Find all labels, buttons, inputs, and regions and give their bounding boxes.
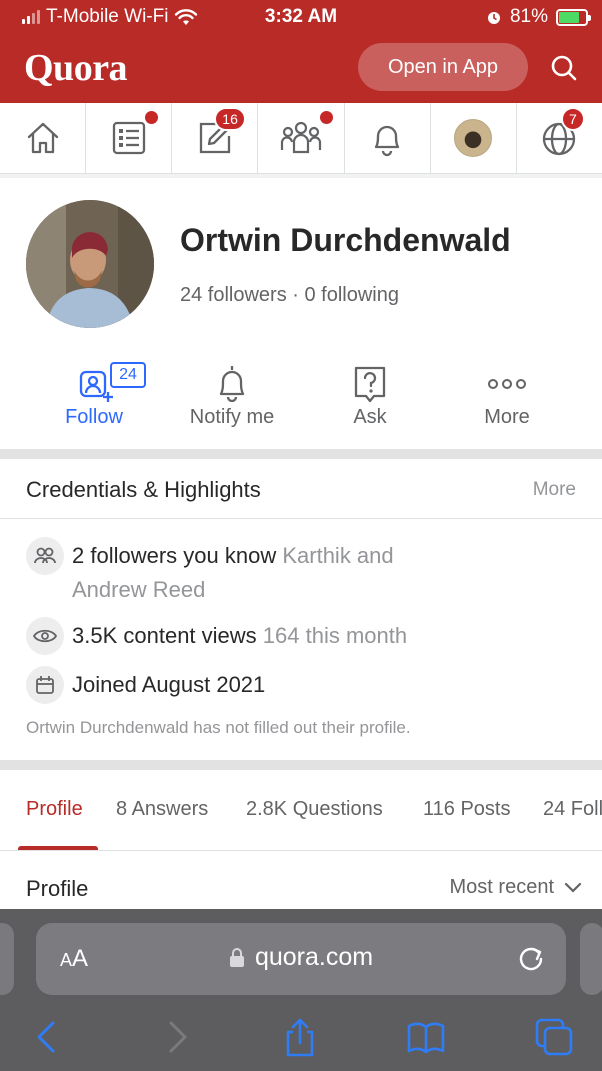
nav-home[interactable] — [0, 103, 87, 173]
profile-actions: 24 Follow Notify me Ask More — [0, 360, 602, 440]
followers-known-count: 2 followers you know — [72, 543, 277, 568]
sort-dropdown[interactable]: Most recent — [450, 876, 582, 899]
nav-answer[interactable]: 16 — [172, 103, 259, 173]
feed-section-title: Profile — [26, 876, 89, 901]
status-bar: T-Mobile Wi-Fi 3:32 AM 81% — [0, 0, 602, 34]
nav-notifications[interactable] — [345, 103, 431, 173]
credentials-title: Credentials & Highlights — [26, 477, 261, 502]
notify-me-label: Notify me — [189, 406, 275, 428]
next-tab-edge[interactable] — [580, 923, 602, 995]
address-bar[interactable]: AA quora.com — [36, 923, 566, 995]
profile-photo-image — [26, 200, 154, 328]
section-divider — [0, 760, 602, 770]
more-label: More — [484, 406, 530, 428]
people-icon — [26, 537, 64, 575]
battery-percent: 81% — [509, 6, 548, 27]
question-icon — [354, 366, 386, 403]
language-badge: 7 — [560, 107, 585, 131]
home-icon — [27, 122, 58, 154]
bell-icon — [374, 125, 400, 157]
profile-name: Ortwin Durchdenwald — [180, 222, 511, 258]
follow-label: Follow — [65, 406, 123, 428]
bell-icon — [219, 366, 245, 402]
tab-followers[interactable]: 24 Followers — [543, 798, 602, 821]
prev-tab-edge[interactable] — [0, 923, 14, 995]
alarm-icon — [487, 12, 500, 24]
nav-following[interactable] — [86, 103, 173, 173]
forward-icon[interactable] — [156, 1017, 196, 1057]
tab-answers[interactable]: 8 Answers — [116, 798, 208, 821]
section-divider — [0, 449, 602, 459]
notify-me-button[interactable]: Notify me — [162, 360, 302, 440]
battery-icon — [556, 8, 591, 26]
followers-you-know-text[interactable]: 2 followers you know Karthik and Andrew … — [72, 539, 394, 607]
chevron-down-icon — [564, 882, 582, 893]
following-unread-dot — [145, 111, 159, 124]
content-views: 3.5K content views — [72, 623, 257, 648]
follow-stats[interactable]: 24 followers · 0 following — [180, 284, 399, 307]
followers-known-names-cont: Andrew Reed — [72, 577, 206, 602]
spaces-unread-dot — [320, 111, 334, 124]
divider — [0, 174, 602, 178]
follow-count-badge: 24 — [110, 362, 146, 388]
share-icon[interactable] — [280, 1017, 320, 1057]
followers-known-names: Karthik and — [282, 543, 394, 568]
reload-icon[interactable] — [516, 943, 546, 973]
profile-empty-note: Ortwin Durchdenwald has not filled out t… — [26, 718, 411, 737]
ask-label: Ask — [353, 406, 387, 428]
app-header: Quora Open in App — [0, 34, 602, 103]
feed-list-icon — [112, 121, 145, 155]
more-dots-icon — [488, 379, 526, 389]
url-text: quora.com — [254, 943, 374, 971]
calendar-icon — [26, 666, 64, 704]
eye-icon — [26, 617, 64, 655]
credentials-header: Credentials & Highlights More — [0, 459, 602, 519]
content-views-row: 3.5K content views 164 this month — [26, 617, 586, 657]
open-in-app-button[interactable]: Open in App — [358, 43, 528, 91]
credentials-more-link[interactable]: More — [533, 479, 576, 501]
search-icon[interactable] — [548, 52, 580, 84]
joined-row: Joined August 2021 — [26, 666, 586, 706]
tab-questions[interactable]: 2.8K Questions — [246, 798, 383, 821]
followers-you-know-row: 2 followers you know Karthik and Andrew … — [26, 537, 586, 607]
url-display[interactable]: quora.com — [36, 943, 566, 972]
add-user-icon — [79, 370, 113, 402]
bookmarks-icon[interactable] — [406, 1017, 446, 1057]
active-tab-indicator — [18, 846, 98, 850]
follow-button[interactable]: 24 Follow — [24, 360, 164, 440]
tab-profile[interactable]: Profile — [26, 798, 83, 821]
profile-photo[interactable] — [26, 200, 154, 328]
joined-text: Joined August 2021 — [72, 672, 266, 697]
ask-button[interactable]: Ask — [300, 360, 440, 440]
browser-toolbar: AA quora.com — [0, 909, 602, 1071]
more-button[interactable]: More — [437, 360, 577, 440]
sort-label: Most recent — [449, 876, 554, 898]
status-right: 81% — [486, 6, 591, 28]
answer-count-badge: 16 — [214, 107, 246, 131]
nav-language[interactable]: 7 — [517, 103, 602, 173]
people-group-icon — [280, 121, 322, 154]
user-avatar — [454, 119, 493, 157]
quora-logo[interactable]: Quora — [24, 46, 128, 90]
lock-icon — [229, 947, 244, 967]
content-views-text: 3.5K content views 164 this month — [72, 619, 407, 653]
nav-spaces[interactable] — [258, 103, 345, 173]
content-views-month: 164 this month — [262, 623, 408, 648]
profile-tabs: Profile 8 Answers 2.8K Questions 116 Pos… — [0, 770, 602, 851]
back-icon[interactable] — [28, 1017, 68, 1057]
tab-posts[interactable]: 116 Posts — [423, 798, 510, 821]
tabs-icon[interactable] — [534, 1017, 574, 1057]
nav-profile[interactable] — [431, 103, 517, 173]
top-nav: 16 7 — [0, 103, 602, 174]
